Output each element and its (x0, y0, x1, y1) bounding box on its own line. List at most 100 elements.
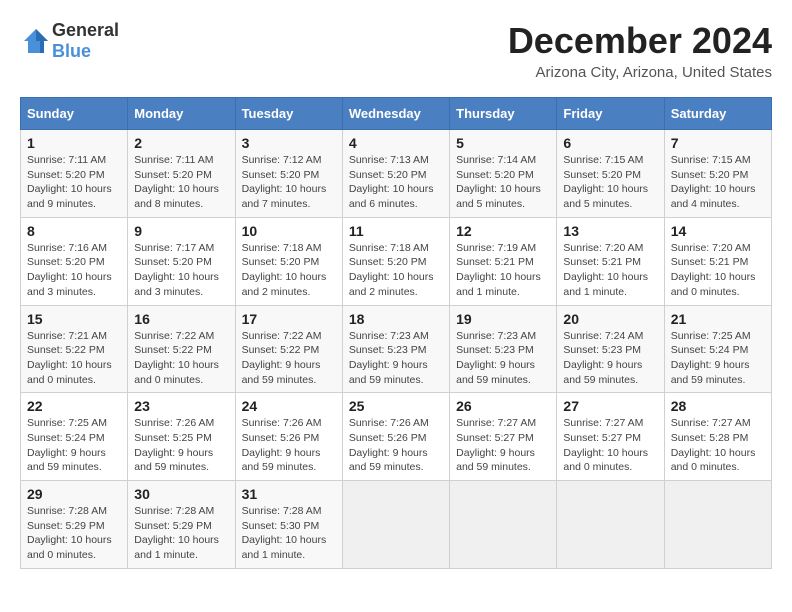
day-number: 30 (134, 486, 228, 502)
day-info: Sunrise: 7:28 AMSunset: 5:30 PMDaylight:… (242, 504, 336, 563)
day-info: Sunrise: 7:24 AMSunset: 5:23 PMDaylight:… (563, 329, 657, 388)
day-info: Sunrise: 7:28 AMSunset: 5:29 PMDaylight:… (134, 504, 228, 563)
calendar-cell: 16 Sunrise: 7:22 AMSunset: 5:22 PMDayligh… (128, 305, 235, 393)
calendar-cell: 14 Sunrise: 7:20 AMSunset: 5:21 PMDayligh… (664, 217, 771, 305)
day-number: 29 (27, 486, 121, 502)
day-number: 24 (242, 398, 336, 414)
calendar-week-4: 22 Sunrise: 7:25 AMSunset: 5:24 PMDayligh… (21, 393, 772, 481)
calendar-week-2: 8 Sunrise: 7:16 AMSunset: 5:20 PMDaylight… (21, 217, 772, 305)
calendar-header-row: SundayMondayTuesdayWednesdayThursdayFrid… (21, 98, 772, 130)
calendar-cell: 11 Sunrise: 7:18 AMSunset: 5:20 PMDayligh… (342, 217, 449, 305)
day-number: 7 (671, 135, 765, 151)
day-info: Sunrise: 7:18 AMSunset: 5:20 PMDaylight:… (242, 241, 336, 300)
calendar-cell: 22 Sunrise: 7:25 AMSunset: 5:24 PMDayligh… (21, 393, 128, 481)
day-number: 23 (134, 398, 228, 414)
calendar-cell: 31 Sunrise: 7:28 AMSunset: 5:30 PMDayligh… (235, 481, 342, 569)
calendar-cell: 4Sunrise: 7:13 AMSunset: 5:20 PMDaylight… (342, 130, 449, 218)
day-number: 31 (242, 486, 336, 502)
calendar-week-1: 1 Sunrise: 7:11 AMSunset: 5:20 PMDaylight… (21, 130, 772, 218)
day-info: Sunrise: 7:27 AMSunset: 5:28 PMDaylight:… (671, 416, 765, 475)
day-number: 27 (563, 398, 657, 414)
calendar-header-thursday: Thursday (450, 98, 557, 130)
day-number: 16 (134, 311, 228, 327)
calendar-header-saturday: Saturday (664, 98, 771, 130)
calendar-cell: 6 Sunrise: 7:15 AMSunset: 5:20 PMDaylight… (557, 130, 664, 218)
logo-icon (20, 25, 52, 57)
day-info: Sunrise: 7:13 AMSunset: 5:20 PMDaylight:… (349, 153, 443, 212)
day-number: 28 (671, 398, 765, 414)
calendar-table: SundayMondayTuesdayWednesdayThursdayFrid… (20, 97, 772, 569)
title-section: December 2024 Arizona City, Arizona, Uni… (508, 20, 772, 81)
day-info: Sunrise: 7:20 AMSunset: 5:21 PMDaylight:… (563, 241, 657, 300)
day-number: 14 (671, 223, 765, 239)
day-number: 15 (27, 311, 121, 327)
calendar-cell (450, 481, 557, 569)
day-info: Sunrise: 7:18 AMSunset: 5:20 PMDaylight:… (349, 241, 443, 300)
day-number: 18 (349, 311, 443, 327)
calendar-header-wednesday: Wednesday (342, 98, 449, 130)
calendar-cell: 1 Sunrise: 7:11 AMSunset: 5:20 PMDaylight… (21, 130, 128, 218)
day-info: Sunrise: 7:22 AMSunset: 5:22 PMDaylight:… (134, 329, 228, 388)
calendar-cell: 18Sunrise: 7:23 AMSunset: 5:23 PMDayligh… (342, 305, 449, 393)
day-number: 26 (456, 398, 550, 414)
day-info: Sunrise: 7:11 AMSunset: 5:20 PMDaylight:… (134, 153, 228, 212)
calendar-cell: 7 Sunrise: 7:15 AMSunset: 5:20 PMDaylight… (664, 130, 771, 218)
day-info: Sunrise: 7:17 AMSunset: 5:20 PMDaylight:… (134, 241, 228, 300)
calendar-header-tuesday: Tuesday (235, 98, 342, 130)
calendar-cell: 10 Sunrise: 7:18 AMSunset: 5:20 PMDayligh… (235, 217, 342, 305)
day-info: Sunrise: 7:23 AMSunset: 5:23 PMDaylight:… (456, 329, 550, 388)
day-info: Sunrise: 7:12 AMSunset: 5:20 PMDaylight:… (242, 153, 336, 212)
calendar-cell: 5Sunrise: 7:14 AMSunset: 5:20 PMDaylight… (450, 130, 557, 218)
day-number: 17 (242, 311, 336, 327)
logo-general: General (52, 20, 119, 40)
day-number: 22 (27, 398, 121, 414)
day-info: Sunrise: 7:15 AMSunset: 5:20 PMDaylight:… (563, 153, 657, 212)
day-info: Sunrise: 7:11 AMSunset: 5:20 PMDaylight:… (27, 153, 121, 212)
day-info: Sunrise: 7:15 AMSunset: 5:20 PMDaylight:… (671, 153, 765, 212)
day-info: Sunrise: 7:25 AMSunset: 5:24 PMDaylight:… (27, 416, 121, 475)
day-number: 10 (242, 223, 336, 239)
calendar-week-3: 15 Sunrise: 7:21 AMSunset: 5:22 PMDayligh… (21, 305, 772, 393)
day-info: Sunrise: 7:25 AMSunset: 5:24 PMDaylight:… (671, 329, 765, 388)
calendar-cell: 12 Sunrise: 7:19 AMSunset: 5:21 PMDayligh… (450, 217, 557, 305)
day-info: Sunrise: 7:28 AMSunset: 5:29 PMDaylight:… (27, 504, 121, 563)
day-info: Sunrise: 7:26 AMSunset: 5:26 PMDaylight:… (349, 416, 443, 475)
calendar-cell: 15 Sunrise: 7:21 AMSunset: 5:22 PMDayligh… (21, 305, 128, 393)
day-info: Sunrise: 7:20 AMSunset: 5:21 PMDaylight:… (671, 241, 765, 300)
day-number: 6 (563, 135, 657, 151)
calendar-header-friday: Friday (557, 98, 664, 130)
day-number: 12 (456, 223, 550, 239)
logo: General Blue (20, 20, 119, 62)
calendar-cell: 8 Sunrise: 7:16 AMSunset: 5:20 PMDaylight… (21, 217, 128, 305)
day-number: 11 (349, 223, 443, 239)
day-number: 3 (242, 135, 336, 151)
day-info: Sunrise: 7:21 AMSunset: 5:22 PMDaylight:… (27, 329, 121, 388)
calendar-cell (664, 481, 771, 569)
calendar-cell (557, 481, 664, 569)
calendar-cell: 21Sunrise: 7:25 AMSunset: 5:24 PMDayligh… (664, 305, 771, 393)
calendar-cell: 20 Sunrise: 7:24 AMSunset: 5:23 PMDayligh… (557, 305, 664, 393)
logo-blue: Blue (52, 41, 91, 61)
day-info: Sunrise: 7:19 AMSunset: 5:21 PMDaylight:… (456, 241, 550, 300)
calendar-cell: 23Sunrise: 7:26 AMSunset: 5:25 PMDayligh… (128, 393, 235, 481)
calendar-cell: 25Sunrise: 7:26 AMSunset: 5:26 PMDayligh… (342, 393, 449, 481)
day-number: 1 (27, 135, 121, 151)
day-number: 19 (456, 311, 550, 327)
calendar-cell: 2 Sunrise: 7:11 AMSunset: 5:20 PMDaylight… (128, 130, 235, 218)
calendar-cell: 28 Sunrise: 7:27 AMSunset: 5:28 PMDayligh… (664, 393, 771, 481)
calendar-header-monday: Monday (128, 98, 235, 130)
day-number: 8 (27, 223, 121, 239)
calendar-header-sunday: Sunday (21, 98, 128, 130)
day-number: 2 (134, 135, 228, 151)
day-number: 20 (563, 311, 657, 327)
day-info: Sunrise: 7:22 AMSunset: 5:22 PMDaylight:… (242, 329, 336, 388)
day-info: Sunrise: 7:26 AMSunset: 5:26 PMDaylight:… (242, 416, 336, 475)
day-info: Sunrise: 7:16 AMSunset: 5:20 PMDaylight:… (27, 241, 121, 300)
calendar-cell: 24 Sunrise: 7:26 AMSunset: 5:26 PMDayligh… (235, 393, 342, 481)
day-info: Sunrise: 7:27 AMSunset: 5:27 PMDaylight:… (563, 416, 657, 475)
calendar-cell (342, 481, 449, 569)
calendar-cell: 19 Sunrise: 7:23 AMSunset: 5:23 PMDayligh… (450, 305, 557, 393)
header: General Blue December 2024 Arizona City,… (20, 20, 772, 81)
calendar-cell: 30 Sunrise: 7:28 AMSunset: 5:29 PMDayligh… (128, 481, 235, 569)
day-info: Sunrise: 7:14 AMSunset: 5:20 PMDaylight:… (456, 153, 550, 212)
